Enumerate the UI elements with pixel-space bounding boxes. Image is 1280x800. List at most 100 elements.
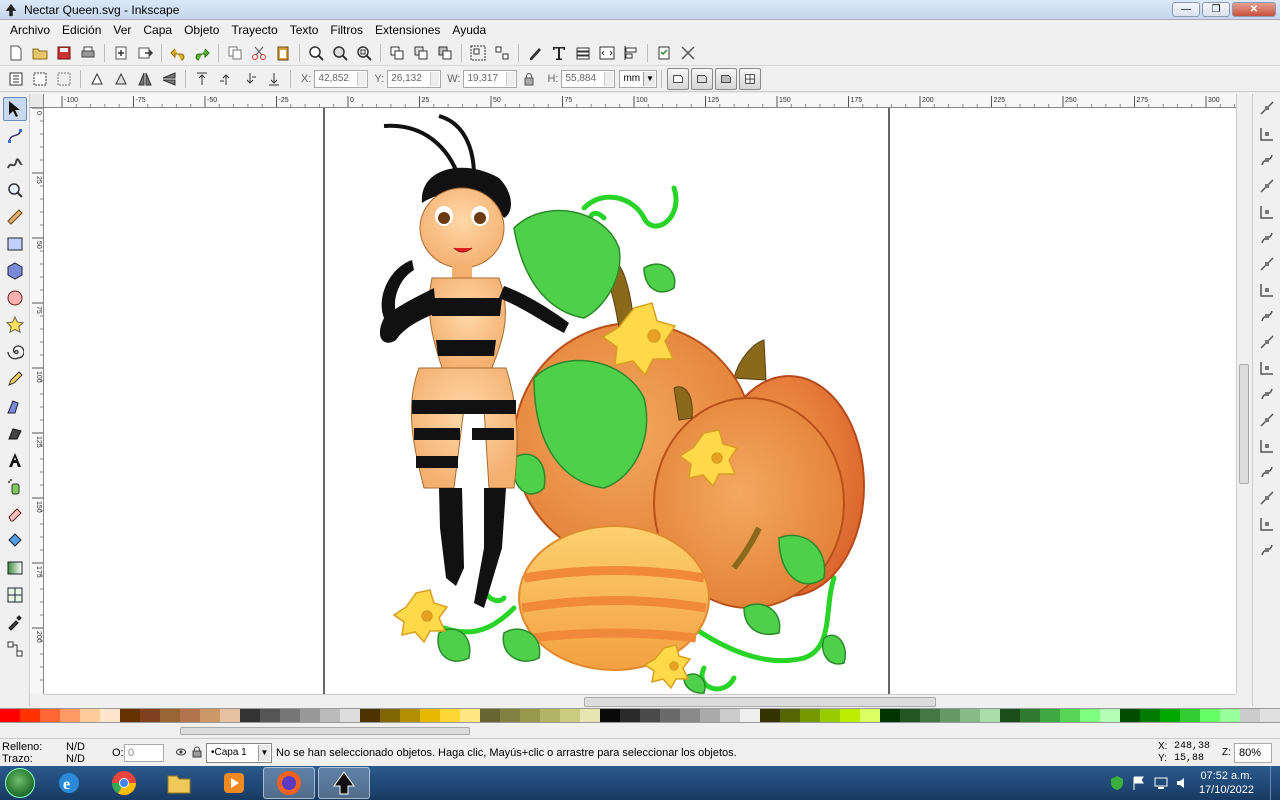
palette-swatch[interactable] bbox=[880, 709, 900, 722]
palette-swatch[interactable] bbox=[780, 709, 800, 722]
palette-swatch[interactable] bbox=[480, 709, 500, 722]
snap-bbox-midpoint-button[interactable] bbox=[1257, 202, 1277, 222]
taskbar-chrome[interactable] bbox=[98, 767, 150, 799]
layer-select[interactable]: •Capa 1 ▼ bbox=[206, 743, 272, 763]
h-input[interactable]: 55,884 bbox=[561, 69, 616, 88]
palette-swatch[interactable] bbox=[160, 709, 180, 722]
tool-star[interactable] bbox=[3, 313, 27, 337]
tool-dropper[interactable] bbox=[3, 610, 27, 634]
lock-icon[interactable] bbox=[192, 746, 202, 758]
clock[interactable]: 07:52 a.m. 17/10/2022 bbox=[1199, 769, 1254, 797]
tool-paint-bucket[interactable] bbox=[3, 529, 27, 553]
vertical-scrollbar-thumb[interactable] bbox=[1239, 364, 1249, 484]
tool-spray[interactable] bbox=[3, 475, 27, 499]
import-button[interactable] bbox=[111, 43, 131, 63]
rotate-ccw-button[interactable] bbox=[87, 69, 107, 89]
fill-stroke-button[interactable] bbox=[525, 43, 545, 63]
palette-swatch[interactable] bbox=[340, 709, 360, 722]
group-button[interactable] bbox=[468, 43, 488, 63]
restore-button[interactable]: ❐ bbox=[1202, 2, 1230, 17]
fill-value[interactable]: N/D bbox=[66, 741, 85, 753]
menu-capa[interactable]: Capa bbox=[137, 23, 178, 37]
palette-swatch[interactable] bbox=[600, 709, 620, 722]
palette-swatch[interactable] bbox=[1060, 709, 1080, 722]
palette-swatch[interactable] bbox=[100, 709, 120, 722]
tool-node[interactable] bbox=[3, 124, 27, 148]
snap-rotation-button[interactable] bbox=[1257, 436, 1277, 456]
horizontal-scrollbar-thumb[interactable] bbox=[584, 697, 936, 707]
action-center-flag-icon[interactable] bbox=[1131, 775, 1147, 791]
tool-selector[interactable] bbox=[3, 97, 27, 121]
open-button[interactable] bbox=[30, 43, 50, 63]
stroke-value[interactable]: N/D bbox=[66, 753, 85, 765]
palette-swatch[interactable] bbox=[400, 709, 420, 722]
palette-swatch[interactable] bbox=[260, 709, 280, 722]
tool-3d-box[interactable] bbox=[3, 259, 27, 283]
tool-zoom[interactable] bbox=[3, 178, 27, 202]
menu-archivo[interactable]: Archivo bbox=[4, 23, 56, 37]
x-input[interactable]: 42,852 bbox=[314, 69, 369, 88]
snap-bbox-center-button[interactable] bbox=[1257, 228, 1277, 248]
align-distribute-button[interactable] bbox=[621, 43, 641, 63]
taskbar-inkscape[interactable] bbox=[318, 767, 370, 799]
snap-nodes-button[interactable] bbox=[1257, 254, 1277, 274]
move-patterns-toggle[interactable] bbox=[739, 67, 762, 90]
palette-swatch[interactable] bbox=[520, 709, 540, 722]
palette-swatch[interactable] bbox=[380, 709, 400, 722]
palette-swatch[interactable] bbox=[680, 709, 700, 722]
palette-swatch[interactable] bbox=[0, 709, 20, 722]
palette-swatch[interactable] bbox=[620, 709, 640, 722]
palette-swatch[interactable] bbox=[940, 709, 960, 722]
vertical-scrollbar[interactable] bbox=[1236, 94, 1250, 694]
snap-center-button[interactable] bbox=[1257, 410, 1277, 430]
palette-swatch[interactable] bbox=[1180, 709, 1200, 722]
palette-swatch[interactable] bbox=[1120, 709, 1140, 722]
palette-swatch[interactable] bbox=[900, 709, 920, 722]
palette-swatch[interactable] bbox=[420, 709, 440, 722]
snap-bbox-corner-button[interactable] bbox=[1257, 176, 1277, 196]
zoom-input[interactable]: 80% bbox=[1234, 743, 1272, 763]
palette-swatch[interactable] bbox=[1100, 709, 1120, 722]
security-shield-icon[interactable] bbox=[1109, 775, 1125, 791]
snap-guide-button[interactable] bbox=[1257, 540, 1277, 560]
close-button[interactable]: ✕ bbox=[1232, 2, 1276, 17]
tool-spiral[interactable] bbox=[3, 340, 27, 364]
snap-midpoint-button[interactable] bbox=[1257, 384, 1277, 404]
deselect-button[interactable] bbox=[54, 69, 74, 89]
palette-scrollbar[interactable] bbox=[0, 724, 1280, 738]
palette-swatch[interactable] bbox=[240, 709, 260, 722]
zoom-selection-button[interactable] bbox=[306, 43, 326, 63]
menu-extensiones[interactable]: Extensiones bbox=[369, 23, 446, 37]
palette-swatch[interactable] bbox=[180, 709, 200, 722]
menu-ver[interactable]: Ver bbox=[107, 23, 137, 37]
show-desktop-button[interactable] bbox=[1270, 766, 1280, 800]
vertical-ruler[interactable]: 0 25 50 75 100 125 150 175 200 bbox=[30, 108, 44, 694]
duplicate-button[interactable] bbox=[387, 43, 407, 63]
print-button[interactable] bbox=[78, 43, 98, 63]
unlink-clone-button[interactable] bbox=[435, 43, 455, 63]
palette-swatch[interactable] bbox=[640, 709, 660, 722]
new-document-button[interactable] bbox=[6, 43, 26, 63]
palette-swatch[interactable] bbox=[220, 709, 240, 722]
raise-button[interactable] bbox=[216, 69, 236, 89]
palette-swatch[interactable] bbox=[660, 709, 680, 722]
eye-icon[interactable] bbox=[176, 747, 186, 757]
export-button[interactable] bbox=[135, 43, 155, 63]
cut-button[interactable] bbox=[249, 43, 269, 63]
palette-swatch[interactable] bbox=[1260, 709, 1280, 722]
lock-proportions-button[interactable] bbox=[519, 69, 539, 89]
palette-swatch[interactable] bbox=[1040, 709, 1060, 722]
save-button[interactable] bbox=[54, 43, 74, 63]
flip-vertical-button[interactable] bbox=[159, 69, 179, 89]
palette-swatch[interactable] bbox=[1200, 709, 1220, 722]
palette-swatch[interactable] bbox=[720, 709, 740, 722]
menu-filtros[interactable]: Filtros bbox=[324, 23, 369, 37]
document-properties-button[interactable] bbox=[678, 43, 698, 63]
redo-button[interactable] bbox=[192, 43, 212, 63]
palette-swatch[interactable] bbox=[140, 709, 160, 722]
palette-swatch[interactable] bbox=[500, 709, 520, 722]
undo-button[interactable] bbox=[168, 43, 188, 63]
palette-swatch[interactable] bbox=[560, 709, 580, 722]
scale-stroke-toggle[interactable] bbox=[667, 67, 690, 90]
palette-swatch[interactable] bbox=[1240, 709, 1260, 722]
